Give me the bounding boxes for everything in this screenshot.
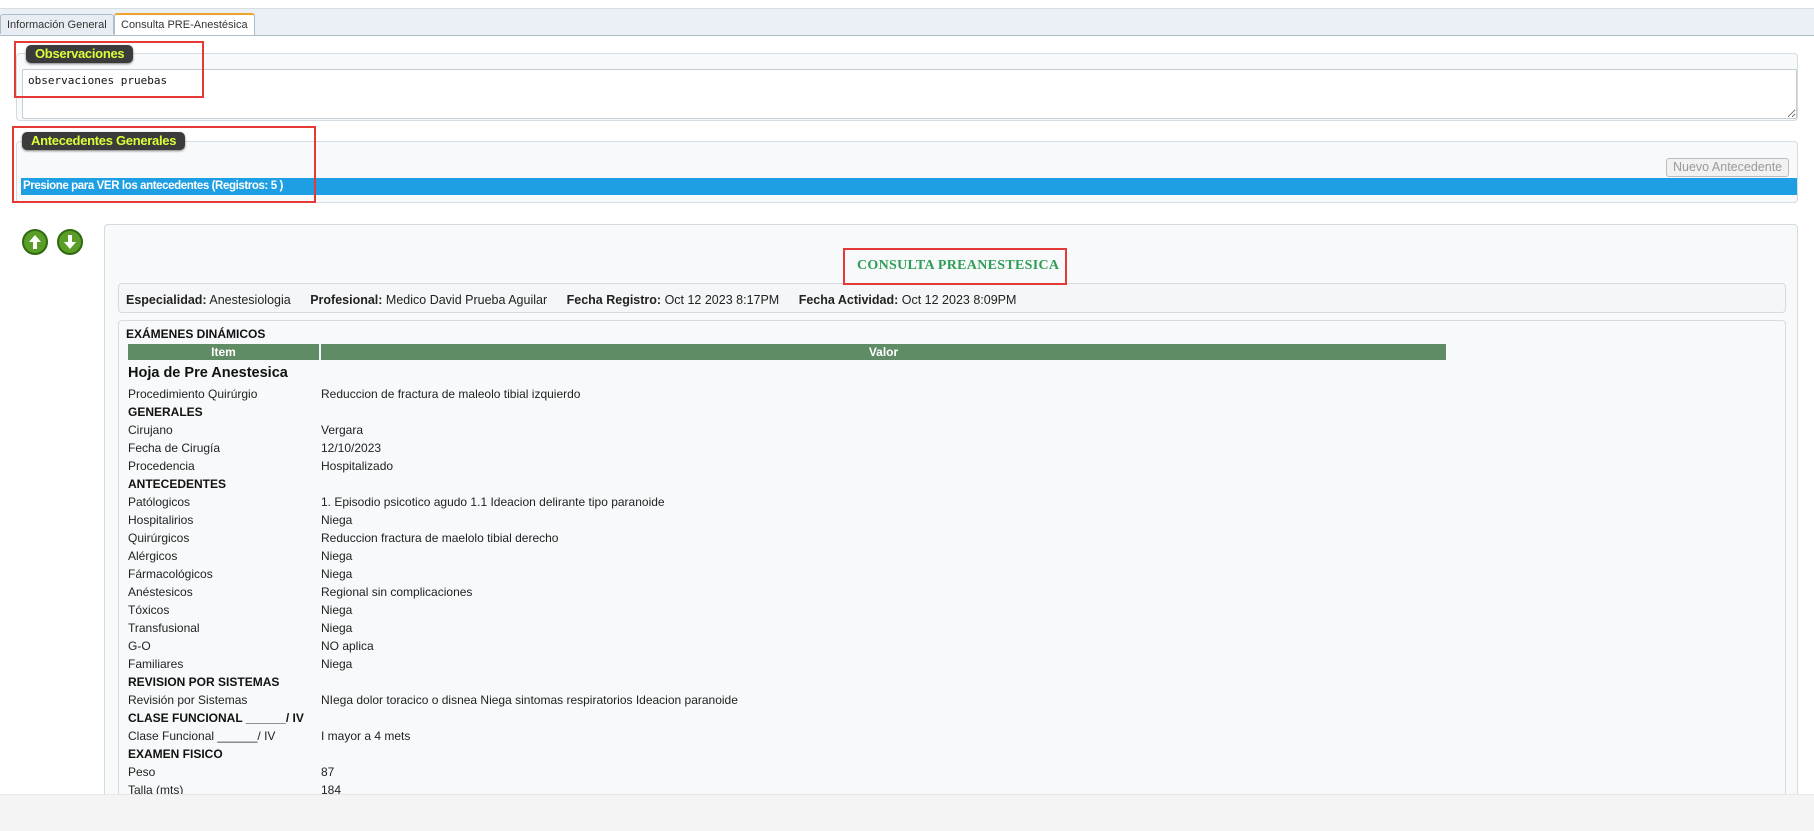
consulta-meta: Especialidad: Anestesiologia Profesional…	[126, 293, 1016, 307]
sheet-title: Hoja de Pre Anestesica	[128, 365, 288, 381]
especialidad-label: Especialidad:	[126, 293, 207, 307]
row-value: Reduccion de fractura de maleolo tibial …	[321, 387, 581, 401]
row-value: Regional sin complicaciones	[321, 585, 473, 599]
row-value: Niega	[321, 567, 353, 581]
especialidad-value: Anestesiologia	[209, 293, 291, 307]
row-value: Vergara	[321, 423, 364, 437]
row-value: Niega	[321, 603, 353, 617]
row-label: Familiares	[128, 657, 184, 671]
row-value: NO aplica	[321, 639, 374, 653]
row-label: Peso	[128, 765, 156, 779]
row-label: Fármacológicos	[128, 567, 213, 581]
observaciones-textarea[interactable]	[22, 69, 1797, 119]
group-heading: CLASE FUNCIONAL ______/ IV	[128, 711, 304, 725]
row-value: Niega	[321, 621, 353, 635]
row-value: I mayor a 4 mets	[321, 729, 411, 743]
row-label: Procedencia	[128, 459, 195, 473]
group-heading: GENERALES	[128, 405, 203, 419]
row-label: Alérgicos	[128, 549, 178, 563]
arrow-up-icon[interactable]	[22, 229, 48, 255]
row-label: Cirujano	[128, 423, 173, 437]
row-label: Quirúrgicos	[128, 531, 190, 545]
profesional-label: Profesional:	[310, 293, 383, 307]
highlight-consulta-title	[843, 248, 1067, 285]
row-value: Reduccion fractura de maelolo tibial der…	[321, 531, 559, 545]
bottom-strip	[0, 794, 1814, 831]
row-label: Hospitalirios	[128, 513, 194, 527]
row-value: Hospitalizado	[321, 459, 394, 473]
col-header-item: Item	[128, 344, 319, 360]
nuevo-antecedente-button[interactable]: Nuevo Antecedente	[1666, 158, 1790, 177]
group-heading: EXAMEN FISICO	[128, 747, 223, 761]
row-label: Procedimiento Quirúrgio	[128, 387, 258, 401]
arrow-down-icon[interactable]	[57, 229, 83, 255]
group-heading: ANTECEDENTES	[128, 477, 227, 491]
tab-informacion-general[interactable]: Información General	[0, 14, 114, 34]
row-label: Anéstesicos	[128, 585, 193, 599]
fecha-actividad-label: Fecha Actividad:	[798, 293, 899, 307]
highlight-antecedentes	[12, 126, 316, 203]
fecha-registro-value: Oct 12 2023 8:17PM	[664, 293, 780, 307]
row-label: Clase Funcional ______/ IV	[128, 729, 276, 743]
highlight-observaciones	[14, 41, 204, 98]
row-label: Revisión por Sistemas	[128, 693, 248, 707]
row-value: NIega dolor toracico o disnea Niega sint…	[321, 693, 738, 707]
row-label: Fecha de Cirugía	[128, 441, 221, 455]
fecha-registro-label: Fecha Registro:	[566, 293, 662, 307]
col-header-valor: Valor	[321, 344, 1446, 360]
row-label: G-O	[128, 639, 151, 653]
row-value: 87	[321, 765, 335, 779]
row-value: 1. Episodio psicotico agudo 1.1 Ideacion…	[321, 495, 665, 509]
fecha-actividad-value: Oct 12 2023 8:09PM	[901, 293, 1017, 307]
group-heading: REVISION POR SISTEMAS	[128, 675, 280, 689]
row-value: Niega	[321, 513, 353, 527]
tab-bar: Información General Consulta PRE-Anestés…	[0, 9, 1814, 36]
tab-consulta-pre-anestesica[interactable]: Consulta PRE-Anestésica	[114, 13, 255, 35]
row-label: Transfusional	[128, 621, 200, 635]
profesional-value: Medico David Prueba Aguilar	[385, 293, 548, 307]
row-label: Tóxicos	[128, 603, 170, 617]
top-strip	[0, 0, 1814, 9]
row-value: Niega	[321, 657, 353, 671]
row-value: 12/10/2023	[321, 441, 382, 455]
row-label: Patólogicos	[128, 495, 191, 509]
examenes-title: EXÁMENES DINÁMICOS	[126, 327, 266, 341]
row-value: Niega	[321, 549, 353, 563]
